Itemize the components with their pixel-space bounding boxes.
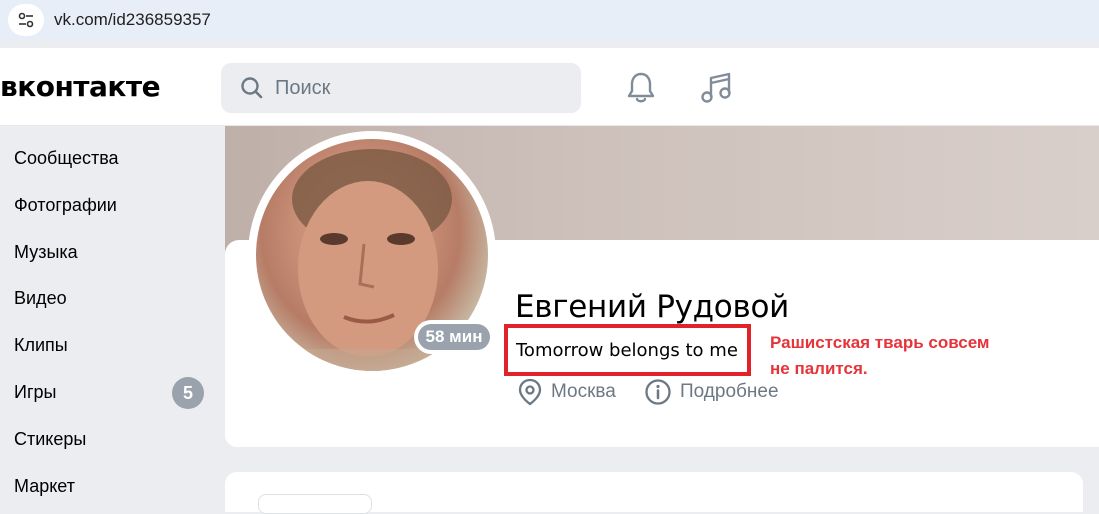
profile-details-link[interactable]: Подробнее [644, 378, 779, 406]
profile-city[interactable]: Москва [517, 378, 616, 406]
notifications-button[interactable] [621, 68, 661, 108]
location-pin-icon [518, 378, 542, 406]
sidebar-item-photos[interactable]: Фотографии [14, 185, 214, 225]
sidebar-item-label: Сообщества [14, 147, 119, 168]
sidebar-item-stickers[interactable]: Стикеры [14, 419, 214, 459]
sidebar-item-label: Музыка [14, 241, 78, 262]
sidebar-item-clips[interactable]: Клипы [14, 325, 214, 365]
tune-icon [18, 12, 34, 28]
sidebar-item-label: Стикеры [14, 428, 87, 449]
annotation-line-2: не палится. [770, 359, 868, 378]
sidebar-item-label: Маркет [14, 475, 75, 496]
details-label: Подробнее [680, 381, 779, 402]
games-count-badge: 5 [172, 377, 204, 409]
annotation-line-1: Рашистская тварь совсем [770, 333, 990, 352]
sidebar-item-market[interactable]: Маркет [14, 466, 214, 506]
site-info-button[interactable] [8, 4, 44, 36]
url-text[interactable]: vk.com/id236859357 [54, 10, 211, 30]
annotation-text: Рашистская тварь совсем не палится. [770, 330, 990, 382]
sidebar-item-communities[interactable]: Сообщества [14, 138, 214, 178]
sidebar-item-label: Видео [14, 287, 67, 308]
sidebar-item-music[interactable]: Музыка [14, 232, 214, 272]
sidebar-item-video[interactable]: Видео [14, 278, 214, 318]
browser-address-bar: vk.com/id236859357 [0, 0, 1099, 40]
profile-name: Евгений Рудовой [515, 289, 789, 325]
bell-icon [627, 72, 655, 103]
info-icon [645, 379, 671, 405]
search-box[interactable] [221, 63, 581, 113]
last-seen-badge: 58 мин [418, 324, 490, 350]
search-icon [241, 77, 263, 99]
vk-header: вконтакте [0, 48, 1099, 126]
city-label: Москва [551, 381, 616, 402]
music-button[interactable] [696, 68, 736, 108]
content-card-pill[interactable] [258, 494, 372, 514]
search-input[interactable] [275, 76, 555, 100]
profile-status[interactable]: Tomorrow belongs to me [516, 340, 738, 361]
vk-logo[interactable]: вконтакте [0, 70, 161, 103]
sidebar-item-label: Клипы [14, 334, 68, 355]
sidebar-item-label: Фотографии [14, 194, 117, 215]
sidebar-item-label: Игры [14, 381, 57, 402]
music-note-icon [701, 72, 731, 103]
